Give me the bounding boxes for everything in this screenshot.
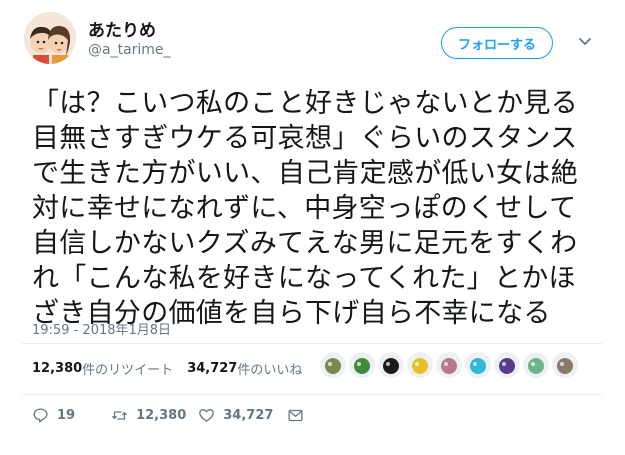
tweet-text: 「は？こいつ私のこと好きじゃないとか見る 目無さすぎウケる可哀想」ぐらいのスタン…: [32, 86, 592, 331]
tweet-text-line: 目無さすぎウケる可哀想」ぐらいのスタンス: [32, 123, 578, 154]
tweet-header: あたりめ @a_tarime_ フォローする: [0, 0, 625, 78]
liker-avatars: [320, 352, 581, 378]
chevron-down-icon[interactable]: [578, 34, 592, 48]
avatar-7-icon[interactable]: [494, 352, 520, 378]
profile-illustration-icon: [24, 12, 76, 64]
user-handle[interactable]: @a_tarime_: [88, 42, 171, 58]
like-count[interactable]: 34,727: [187, 361, 237, 376]
tweet-text-line: れ「こんな私を好きになってくれた」とかほ: [32, 263, 576, 294]
avatar-3-icon[interactable]: [378, 352, 404, 378]
avatar[interactable]: [24, 12, 76, 64]
avatar-2-icon[interactable]: [349, 352, 375, 378]
avatar-5-icon[interactable]: [436, 352, 462, 378]
avatar-4-icon[interactable]: [407, 352, 433, 378]
retweet-count[interactable]: 12,380: [32, 361, 82, 376]
follow-button[interactable]: フォローする: [441, 27, 553, 59]
reply-button[interactable]: 19: [32, 407, 75, 424]
like-button[interactable]: 34,727: [198, 407, 273, 424]
divider: [22, 343, 602, 344]
avatar-8-icon[interactable]: [523, 352, 549, 378]
retweet-action-count: 12,380: [136, 408, 187, 423]
retweet-button[interactable]: 12,380: [111, 407, 186, 424]
avatar-1-icon[interactable]: [320, 352, 346, 378]
tweet-text-line: 対に幸せになれずに、中身空っぽのくせして: [32, 193, 577, 224]
avatar-6-icon[interactable]: [465, 352, 491, 378]
retweet-icon: [112, 411, 128, 420]
heart-icon: [199, 409, 215, 422]
tweet-timestamp[interactable]: 19:59 - 2018年1月8日: [32, 319, 171, 338]
tweet-text-line: 「は？こいつ私のこと好きじゃないとか見る: [32, 88, 578, 119]
reply-icon: [33, 408, 48, 423]
like-action-count: 34,727: [223, 408, 274, 423]
tweet-text-line: 自信しかないクズみてえな男に足元をすくわ: [32, 228, 578, 259]
tweet-actions: 19 12,380 34,727: [32, 407, 304, 424]
tweet-stats: 12,380 件のリツイート 34,727 件のいいね: [32, 359, 302, 378]
direct-message-button[interactable]: [287, 407, 304, 424]
retweet-label[interactable]: 件のリツイート: [82, 359, 173, 378]
envelope-icon: [288, 409, 303, 422]
reply-count: 19: [57, 408, 76, 423]
like-label[interactable]: 件のいいね: [237, 359, 302, 378]
tweet-text-line: で生きた方がいい、自己肯定感が低い女は絶: [32, 158, 578, 189]
display-name[interactable]: あたりめ: [88, 16, 156, 41]
avatar-9-icon[interactable]: [552, 352, 578, 378]
divider: [22, 394, 602, 395]
